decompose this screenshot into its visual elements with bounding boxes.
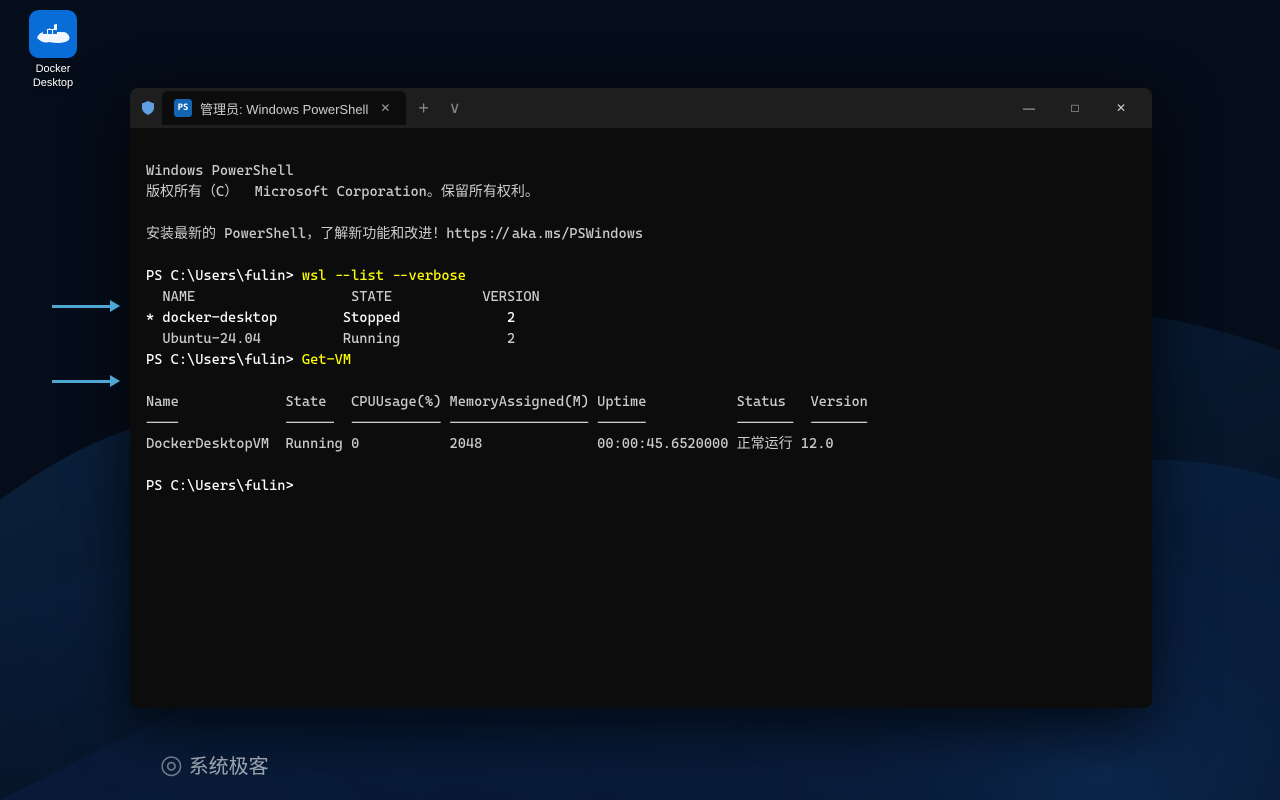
powershell-tab[interactable]: PS 管理员: Windows PowerShell ✕ bbox=[162, 91, 406, 125]
wsl-row2: Ubuntu-24.04 Running 2 bbox=[146, 331, 515, 347]
wsl-header: NAME STATE VERSION bbox=[146, 289, 540, 305]
docker-desktop-label: Docker Desktop bbox=[18, 62, 88, 91]
watermark: ◎ 系统极客 bbox=[160, 749, 269, 780]
col-name-header: NAME STATE VERSION bbox=[162, 289, 539, 305]
title-bar-controls: — □ ✕ bbox=[1006, 92, 1144, 124]
terminal-window: PS 管理员: Windows PowerShell ✕ + ∨ — □ ✕ W… bbox=[130, 88, 1152, 708]
arrow-2 bbox=[52, 380, 112, 383]
getvm-col-headers: Name State CPUUsage(%) MemoryAssigned(M)… bbox=[146, 394, 868, 410]
shield-icon bbox=[138, 98, 158, 118]
watermark-text: 系统极客 bbox=[189, 750, 269, 779]
close-button[interactable]: ✕ bbox=[1098, 92, 1144, 124]
header-line1: Windows PowerShell bbox=[146, 163, 294, 179]
tab-close-button[interactable]: ✕ bbox=[376, 99, 394, 117]
terminal-content[interactable]: Windows PowerShell 版权所有（C） Microsoft Cor… bbox=[130, 128, 1152, 708]
header-line2: 版权所有（C） Microsoft Corporation。保留所有权利。 bbox=[146, 184, 539, 200]
tab-title: 管理员: Windows PowerShell bbox=[200, 99, 368, 118]
getvm-col-sep: ---- ------ ----------- ----------------… bbox=[146, 415, 868, 431]
new-tab-button[interactable]: + bbox=[410, 98, 437, 119]
docker-desktop-icon[interactable]: Docker Desktop bbox=[18, 10, 88, 91]
wsl-row1: * docker-desktop Stopped 2 bbox=[146, 310, 515, 326]
powershell-tab-icon: PS bbox=[174, 99, 192, 117]
getvm-prompt: PS C:\Users\fulin> Get-VM bbox=[146, 352, 351, 368]
minimize-button[interactable]: — bbox=[1006, 92, 1052, 124]
wsl-command: wsl --list --verbose bbox=[302, 268, 466, 284]
tab-dropdown-button[interactable]: ∨ bbox=[441, 98, 469, 118]
header-line4: 安装最新的 PowerShell，了解新功能和改进！https://aka.ms… bbox=[146, 226, 643, 242]
arrow-1 bbox=[52, 305, 112, 308]
final-prompt: PS C:\Users\fulin> bbox=[146, 478, 302, 494]
docker-desktop-image bbox=[29, 10, 77, 58]
wsl-prompt: PS C:\Users\fulin> wsl --list --verbose bbox=[146, 268, 466, 284]
maximize-button[interactable]: □ bbox=[1052, 92, 1098, 124]
title-bar-left: PS 管理员: Windows PowerShell ✕ + ∨ bbox=[138, 91, 1006, 125]
getvm-row1: DockerDesktopVM Running 0 2048 00:00:45.… bbox=[146, 436, 834, 452]
watermark-icon: ◎ bbox=[160, 749, 183, 780]
title-bar: PS 管理员: Windows PowerShell ✕ + ∨ — □ ✕ bbox=[130, 88, 1152, 128]
